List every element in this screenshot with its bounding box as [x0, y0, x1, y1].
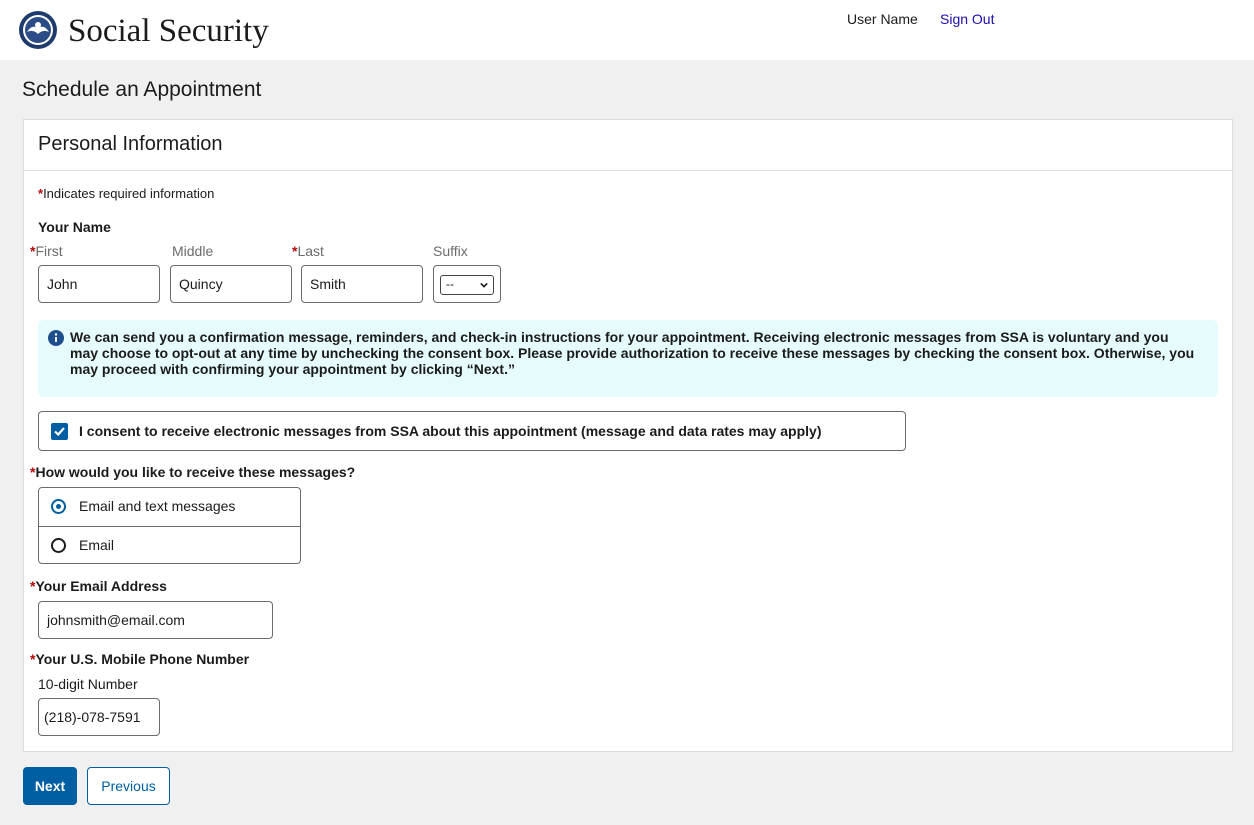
ssa-seal-icon: [19, 11, 57, 49]
brand-name: Social Security: [68, 13, 269, 49]
first-name-label: *First: [30, 243, 63, 259]
last-name-label: *Last: [292, 243, 324, 259]
radio-button-selected[interactable]: [51, 499, 66, 514]
site-header: Social Security User Name Sign Out: [0, 0, 1254, 60]
suffix-select[interactable]: --: [433, 265, 501, 303]
delivery-question: *How would you like to receive these mes…: [30, 464, 355, 480]
radio-label-email-and-text: Email and text messages: [79, 498, 236, 514]
phone-hint: 10-digit Number: [38, 676, 138, 692]
radio-label-email: Email: [79, 537, 115, 553]
middle-name-input[interactable]: [170, 265, 292, 303]
suffix-value: --: [446, 277, 454, 291]
phone-input[interactable]: [38, 698, 160, 736]
phone-label-text: Your U.S. Mobile Phone Number: [35, 651, 250, 667]
info-circle-icon: [48, 330, 64, 346]
personal-information-panel: Personal Information *Indicates required…: [23, 119, 1233, 752]
email-label: *Your Email Address: [30, 578, 167, 594]
previous-button[interactable]: Previous: [87, 767, 170, 805]
middle-name-label: Middle: [172, 243, 214, 259]
consent-checkbox[interactable]: [51, 423, 68, 440]
sign-out-link[interactable]: Sign Out: [940, 11, 994, 27]
required-note: *Indicates required information: [38, 186, 214, 201]
consent-info-alert: We can send you a confirmation message, …: [38, 320, 1218, 397]
suffix-label: Suffix: [433, 243, 468, 259]
radio-email-and-text[interactable]: Email and text messages: [39, 488, 300, 526]
your-name-label: Your Name: [38, 219, 111, 235]
email-input[interactable]: [38, 601, 273, 639]
checkmark-icon: [54, 427, 65, 437]
first-name-label-text: First: [35, 243, 63, 259]
radio-dot: [56, 504, 61, 509]
panel-header: Personal Information: [24, 120, 1232, 171]
last-name-input[interactable]: [301, 265, 423, 303]
delivery-radio-group: Email and text messages Email: [38, 487, 301, 564]
delivery-question-text: How would you like to receive these mess…: [35, 464, 356, 480]
consent-checkbox-tile[interactable]: I consent to receive electronic messages…: [38, 411, 906, 451]
radio-email[interactable]: Email: [39, 527, 300, 565]
next-button[interactable]: Next: [23, 767, 77, 805]
first-name-input[interactable]: [38, 265, 160, 303]
required-note-text: Indicates required information: [43, 186, 215, 201]
page-title: Schedule an Appointment: [22, 78, 262, 101]
info-text: We can send you a confirmation message, …: [70, 329, 1195, 377]
panel-title: Personal Information: [38, 133, 223, 155]
consent-label: I consent to receive electronic messages…: [79, 423, 822, 439]
email-label-text: Your Email Address: [35, 578, 167, 594]
phone-label: *Your U.S. Mobile Phone Number: [30, 651, 249, 667]
user-name: User Name: [847, 11, 918, 27]
last-name-label-text: Last: [297, 243, 324, 259]
radio-button[interactable]: [51, 538, 66, 553]
suffix-dropdown[interactable]: --: [440, 275, 494, 295]
chevron-down-icon: [480, 282, 488, 288]
